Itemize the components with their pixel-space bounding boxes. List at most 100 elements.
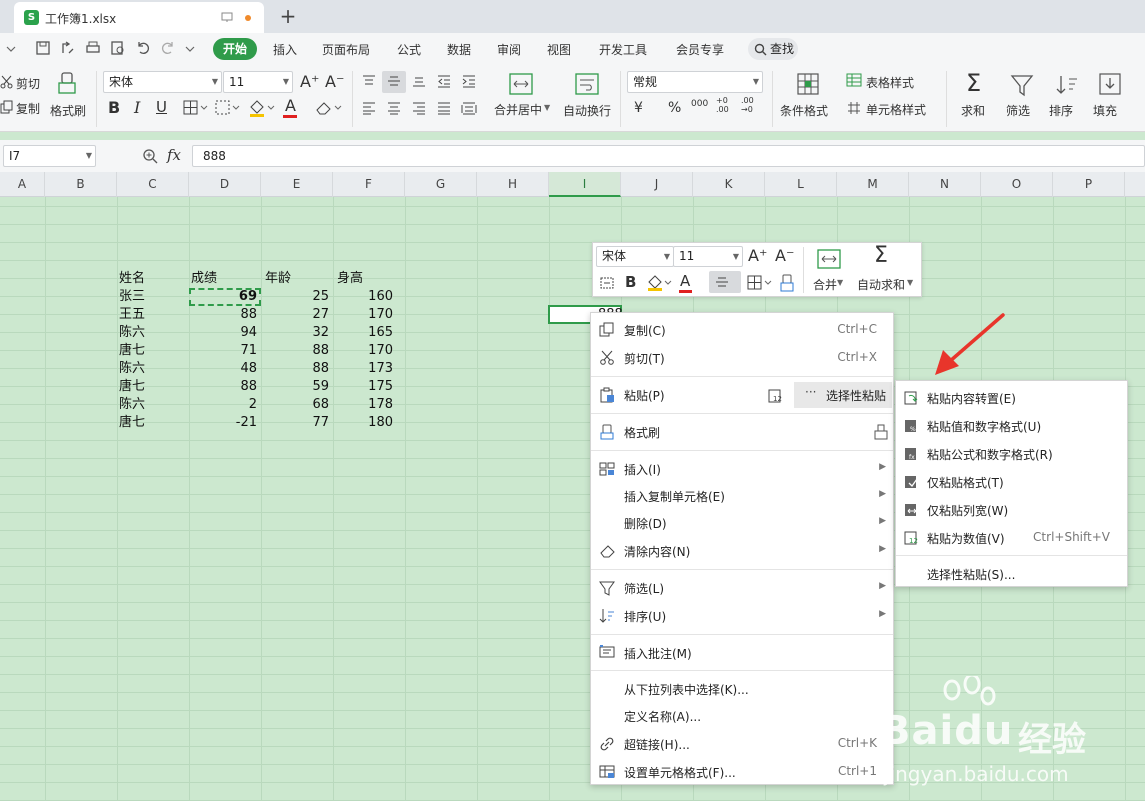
tab-page-layout[interactable]: 页面布局 — [322, 41, 370, 58]
mini-border-icon[interactable] — [747, 275, 775, 291]
search-box[interactable]: 查找 — [748, 38, 798, 60]
eraser-icon[interactable] — [315, 100, 343, 116]
align-top-icon[interactable] — [361, 74, 377, 88]
submenu-item-paste-values[interactable]: 12 粘贴为数值(V) Ctrl+Shift+V — [896, 523, 1127, 551]
currency-button[interactable]: ¥ — [634, 100, 643, 116]
align-bottom-icon[interactable] — [411, 74, 427, 88]
menu-item-pick-from-list[interactable]: 从下拉列表中选择(K)... — [591, 676, 893, 702]
table-cell[interactable]: 88 — [189, 378, 257, 396]
table-cell[interactable]: 32 — [263, 324, 329, 342]
column-header-b[interactable]: B — [45, 172, 117, 197]
menu-item-format-painter[interactable]: 格式刷 — [591, 419, 893, 445]
table-cell[interactable]: 170 — [335, 342, 393, 360]
mini-fill-color-icon[interactable] — [647, 274, 673, 291]
mini-merge-button[interactable]: 合并 — [813, 276, 837, 293]
sort-icon[interactable] — [1055, 73, 1079, 97]
menu-item-clear-contents[interactable]: 清除内容(N) ▶ — [591, 538, 893, 564]
tab-data[interactable]: 数据 — [447, 41, 471, 58]
table-header-cell[interactable]: 身高 — [337, 270, 363, 288]
border-icon[interactable] — [183, 100, 209, 116]
tab-insert[interactable]: 插入 — [273, 41, 297, 58]
table-cell[interactable]: 175 — [335, 378, 393, 396]
table-cell[interactable]: 178 — [335, 396, 393, 414]
underline-button[interactable]: U — [156, 98, 167, 116]
bold-button[interactable]: B — [108, 98, 120, 117]
format-painter-lock-icon[interactable] — [873, 424, 889, 440]
monitor-icon[interactable] — [221, 12, 233, 23]
table-cell[interactable]: 唐七 — [119, 378, 179, 396]
font-name-select[interactable]: 宋体 ▼ — [103, 71, 222, 93]
menu-item-cut[interactable]: 剪切(T) Ctrl+X — [591, 345, 893, 371]
distributed-align-icon[interactable] — [461, 101, 477, 115]
table-cell[interactable]: 48 — [189, 360, 257, 378]
table-header-cell[interactable]: 年龄 — [265, 270, 291, 288]
menu-item-filter[interactable]: 筛选(L) ▶ — [591, 575, 893, 601]
table-cell[interactable]: 180 — [335, 414, 393, 432]
cell-style-button[interactable]: 单元格样式 — [866, 101, 926, 118]
menu-item-format-cells[interactable]: 设置单元格格式(F)... Ctrl+1 — [591, 759, 893, 785]
menu-item-define-name[interactable]: 定义名称(A)... — [591, 703, 893, 729]
redo-icon[interactable] — [160, 40, 176, 56]
menu-item-insert-copied-cells[interactable]: 插入复制单元格(E) ▶ — [591, 483, 893, 509]
mini-font-name-select[interactable]: 宋体 ▼ — [596, 246, 674, 267]
table-cell[interactable]: 88 — [189, 306, 257, 324]
menu-item-delete[interactable]: 删除(D) ▶ — [591, 510, 893, 536]
decrease-indent-icon[interactable] — [436, 74, 452, 88]
fx-button[interactable]: fx — [167, 146, 181, 164]
table-cell[interactable]: 陈六 — [119, 360, 179, 378]
font-color-button[interactable]: A — [285, 96, 296, 115]
align-left-icon[interactable] — [361, 101, 377, 115]
zoom-formula-icon[interactable] — [142, 148, 158, 164]
submenu-item-paste-formulas-numfmt[interactable]: fx 粘贴公式和数字格式(R) — [896, 439, 1127, 467]
cut-button[interactable]: 剪切 — [16, 75, 40, 92]
table-cell[interactable]: 94 — [189, 324, 257, 342]
sum-button[interactable]: 求和 — [961, 102, 985, 119]
decrease-decimal-button[interactable]: .00 →0 — [741, 96, 761, 114]
table-cell[interactable]: 张三 — [119, 288, 179, 306]
column-header-j[interactable]: J — [621, 172, 693, 197]
menu-item-paste[interactable]: 粘贴(P) 12 ··· 选择性粘贴 — [591, 382, 893, 408]
mini-font-size-select[interactable]: 11 ▼ — [673, 246, 743, 267]
wrap-text-icon[interactable] — [574, 71, 600, 97]
align-right-icon[interactable] — [411, 101, 427, 115]
save-icon[interactable] — [35, 40, 51, 56]
mini-align-button[interactable] — [709, 271, 741, 293]
merge-center-icon[interactable] — [508, 71, 534, 97]
tab-developer[interactable]: 开发工具 — [599, 41, 647, 58]
fill-effect-icon[interactable] — [215, 100, 241, 116]
submenu-item-paste-transpose[interactable]: 粘贴内容转置(E) — [896, 383, 1127, 411]
column-header-k[interactable]: K — [693, 172, 765, 197]
column-header-g[interactable]: G — [405, 172, 477, 197]
mini-autosum-button[interactable]: 自动求和 — [857, 276, 905, 293]
mini-format-painter-icon[interactable] — [779, 273, 795, 293]
name-box[interactable]: I7 ▼ — [3, 145, 96, 167]
formula-input[interactable]: 888 — [192, 145, 1145, 167]
print-preview-icon[interactable] — [110, 40, 126, 56]
table-cell[interactable]: 王五 — [119, 306, 179, 324]
mini-font-color-button[interactable]: A — [680, 272, 690, 290]
tab-member[interactable]: 会员专享 — [676, 41, 724, 58]
paste-special-button[interactable]: ··· 选择性粘贴 — [794, 382, 892, 408]
column-header-n[interactable]: N — [909, 172, 981, 197]
column-header-a[interactable]: A — [0, 172, 45, 197]
column-header-h[interactable]: H — [477, 172, 549, 197]
tab-start[interactable]: 开始 — [213, 38, 257, 60]
align-center-icon[interactable] — [386, 101, 402, 115]
menu-item-sort[interactable]: 排序(U) ▶ — [591, 603, 893, 629]
increase-indent-icon[interactable] — [461, 74, 477, 88]
column-header-p[interactable]: P — [1053, 172, 1125, 197]
increase-font-icon[interactable]: A⁺ — [300, 72, 319, 91]
table-cell[interactable]: 68 — [263, 396, 329, 414]
table-cell[interactable]: 27 — [263, 306, 329, 324]
table-header-cell[interactable]: 成绩 — [191, 270, 217, 288]
table-cell[interactable]: 88 — [263, 342, 329, 360]
menu-item-insert[interactable]: 插入(I) ▶ — [591, 456, 893, 482]
filter-icon[interactable] — [1010, 73, 1034, 97]
column-header-i[interactable]: I — [549, 172, 621, 197]
mini-select-icon[interactable] — [599, 276, 615, 290]
submenu-item-paste-formats-only[interactable]: 仅粘贴格式(T) — [896, 467, 1127, 495]
format-painter-icon[interactable] — [56, 71, 80, 97]
submenu-item-paste-values-numfmt[interactable]: % 粘贴值和数字格式(U) — [896, 411, 1127, 439]
thousands-button[interactable]: 000 — [691, 99, 708, 109]
font-size-select[interactable]: 11 ▼ — [223, 71, 293, 93]
